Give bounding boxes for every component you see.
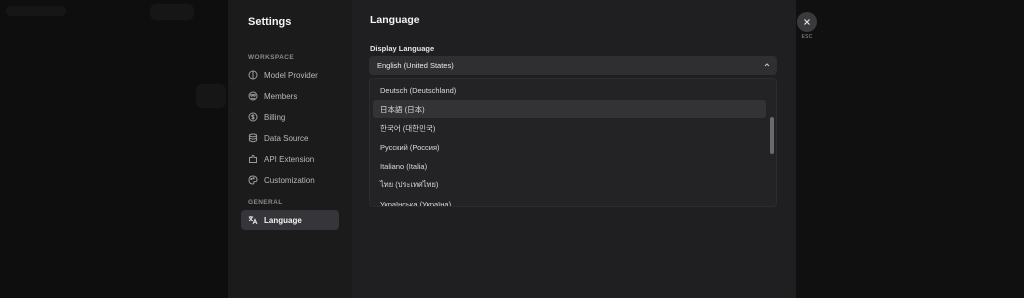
sidebar-item-label: Data Source: [264, 133, 309, 143]
sidebar-item-label: API Extension: [264, 154, 315, 164]
sidebar-item-members[interactable]: Members: [241, 86, 339, 106]
sidebar-item-api-extension[interactable]: API Extension: [241, 149, 339, 169]
database-icon: [248, 133, 258, 143]
sidebar-item-billing[interactable]: Billing: [241, 107, 339, 127]
backdrop-ghost: [6, 6, 66, 16]
display-language-label: Display Language: [370, 44, 435, 53]
language-option[interactable]: 한국어 (대한민국): [373, 119, 766, 137]
language-option[interactable]: Italiano (Italia): [373, 157, 766, 175]
language-option[interactable]: Deutsch (Deutschland): [373, 81, 766, 99]
sidebar-item-language[interactable]: Language: [241, 210, 339, 230]
sidebar-item-label: Language: [264, 215, 302, 225]
esc-hint: ESC: [801, 34, 813, 40]
language-option[interactable]: ไทย (ประเทศไทย): [373, 176, 766, 194]
sidebar-item-label: Model Provider: [264, 70, 318, 80]
language-option[interactable]: Русский (Россия): [373, 138, 766, 156]
sidebar-item-customization[interactable]: Customization: [241, 170, 339, 190]
backdrop-ghost: [196, 84, 226, 108]
sidebar-item-label: Members: [264, 91, 298, 101]
workspace-section-label: WORKSPACE: [248, 54, 295, 61]
selected-language-value: English (United States): [377, 61, 454, 70]
backdrop-ghost: [150, 4, 194, 20]
sidebar-item-data-source[interactable]: Data Source: [241, 128, 339, 148]
sidebar-item-model-provider[interactable]: Model Provider: [241, 65, 339, 85]
language-settings-panel: Language Display Language English (Unite…: [352, 0, 796, 298]
settings-title: Settings: [248, 16, 292, 28]
settings-modal-page: Settings WORKSPACE Model Provider Member…: [0, 0, 1024, 298]
language-dropdown-list[interactable]: Deutsch (Deutschland) 日本語 (日本) 한국어 (대한민국…: [369, 78, 777, 207]
billing-icon: [248, 112, 258, 122]
language-option[interactable]: 日本語 (日本): [373, 100, 766, 118]
general-section-label: GENERAL: [248, 199, 283, 206]
close-button[interactable]: [797, 12, 817, 32]
api-extension-icon: [249, 154, 257, 163]
display-language-select[interactable]: English (United States): [369, 56, 777, 75]
settings-sidebar: Settings WORKSPACE Model Provider Member…: [228, 0, 353, 298]
chevron-up-icon: [764, 63, 770, 67]
sidebar-item-label: Billing: [264, 112, 286, 122]
model-provider-icon: [248, 70, 258, 80]
dropdown-scrollbar[interactable]: [770, 117, 774, 154]
language-option[interactable]: Українська (Україна): [373, 195, 766, 207]
customization-icon: [248, 175, 258, 185]
backdrop: [0, 0, 228, 298]
page-title: Language: [370, 14, 420, 26]
sidebar-item-label: Customization: [264, 175, 315, 185]
members-icon: [248, 91, 258, 101]
translate-icon: [248, 216, 258, 225]
close-icon: [804, 19, 810, 25]
